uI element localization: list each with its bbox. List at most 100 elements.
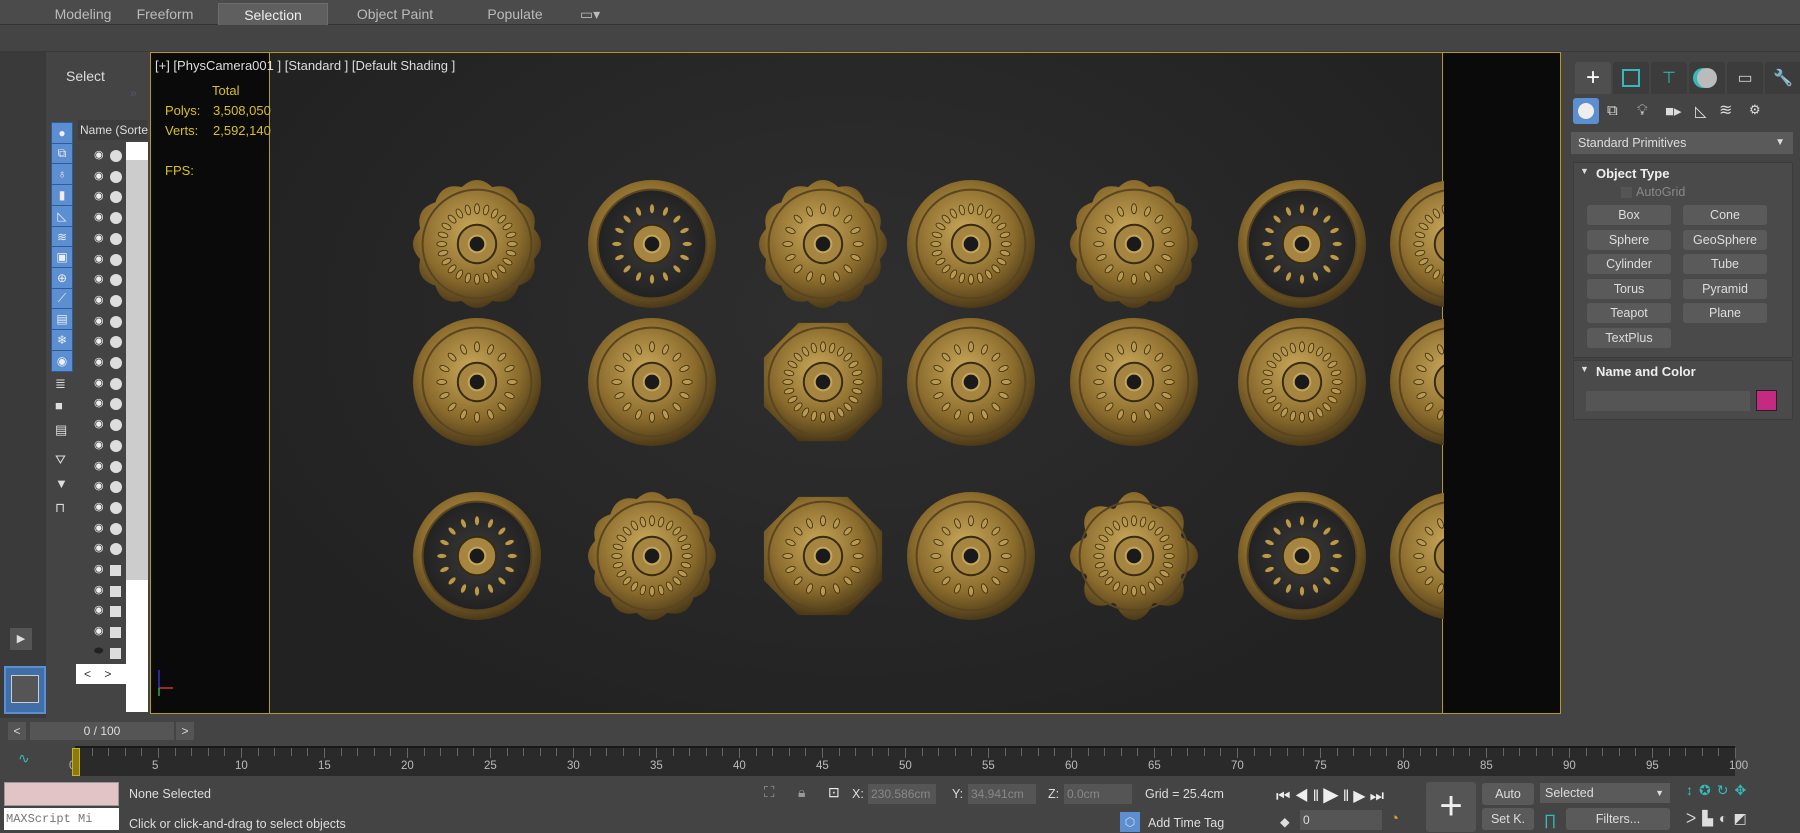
fov-icon[interactable]: ᐳ [1686, 810, 1702, 826]
visibility-eye-icon[interactable]: ◉ [94, 355, 104, 368]
list-item[interactable]: ◉ [76, 376, 126, 394]
isolate-selection-icon[interactable]: ⛶ [764, 784, 775, 801]
visibility-eye-icon[interactable]: ◉ [94, 231, 104, 244]
visibility-eye-icon[interactable]: ◉ [94, 252, 104, 265]
viewport-label[interactable]: [+] [PhysCamera001 ] [Standard ] [Defaul… [155, 58, 455, 73]
ceiling-medallion[interactable] [763, 496, 883, 616]
visibility-eye-icon[interactable]: ◉ [94, 376, 104, 389]
object-name-input[interactable] [1586, 391, 1750, 411]
list-item[interactable]: ⬬ [76, 645, 126, 663]
viewport-layout-button[interactable] [4, 666, 46, 714]
list-item[interactable]: ◉ [76, 521, 126, 539]
create-sphere-button[interactable]: Sphere [1587, 229, 1671, 250]
helpers-icon[interactable]: ◺ [1695, 102, 1707, 120]
prev-key-icon[interactable]: ◀‖ [1294, 788, 1323, 805]
ceiling-medallion[interactable] [1390, 492, 1518, 620]
list-item[interactable]: ◉ [76, 459, 126, 477]
create-torus-button[interactable]: Torus [1587, 278, 1671, 299]
list-item[interactable]: ◉ [76, 169, 126, 187]
list-item[interactable]: ◉ [76, 396, 126, 414]
go-to-start-icon[interactable]: ⏮ [1276, 788, 1294, 805]
play-icon[interactable]: ▶ [1323, 784, 1342, 806]
time-config-icon[interactable]: ◔ [1390, 810, 1399, 827]
list-item[interactable]: ◉ [76, 583, 126, 601]
tab-selection[interactable]: Selection [218, 3, 328, 25]
ceiling-medallion[interactable] [588, 318, 716, 446]
list-item[interactable]: ◉ [76, 438, 126, 456]
visibility-eye-icon[interactable]: ◉ [94, 624, 104, 637]
ribbon-options-icon[interactable]: ▭▾ [575, 3, 605, 25]
visibility-eye-icon[interactable]: ◉ [94, 293, 104, 306]
object-color-swatch[interactable] [1756, 390, 1777, 411]
list-item[interactable]: ◉ [76, 252, 126, 270]
ceiling-medallion[interactable] [1238, 318, 1366, 446]
category-dropdown[interactable]: Standard Primitives ▼ [1571, 132, 1793, 154]
key-mode-icon[interactable]: ◆ [1280, 814, 1290, 829]
visibility-eye-icon[interactable]: ◉ [94, 562, 104, 575]
geometry-category-button[interactable] [1573, 98, 1599, 124]
maxscript-listener[interactable] [4, 782, 119, 806]
ceiling-medallion[interactable] [907, 318, 1035, 446]
motion-tab-icon[interactable] [1689, 62, 1725, 94]
key-filter-dropdown[interactable]: Selected ▼ [1540, 783, 1670, 803]
ceiling-medallion[interactable] [1390, 180, 1518, 308]
lock-icon[interactable]: 🔒︎ [798, 784, 805, 801]
xrefs-filter-icon[interactable]: ⊕ [51, 266, 73, 289]
groups-filter-icon[interactable]: ▣ [51, 246, 73, 269]
invert-display-icon[interactable]: ▤ [55, 422, 67, 438]
list-item[interactable]: ◉ [76, 624, 126, 642]
cameras-icon[interactable]: ■▸ [1665, 102, 1682, 120]
autogrid-checkbox[interactable] [1621, 187, 1632, 198]
ceiling-medallion[interactable] [1070, 180, 1198, 308]
ceiling-medallion[interactable] [907, 492, 1035, 620]
visibility-eye-icon[interactable]: ◉ [94, 314, 104, 327]
zoom-all-icon[interactable]: ✪ [1699, 782, 1717, 798]
ceiling-medallion[interactable] [413, 180, 541, 308]
ceiling-medallion[interactable] [588, 492, 716, 620]
time-tag-icon[interactable]: ⬡ [1120, 812, 1140, 832]
filter-settings-icon[interactable]: ⛛ [55, 452, 66, 468]
explorer-scrollbar[interactable] [126, 142, 148, 712]
bones-filter-icon[interactable]: ⟋ [51, 287, 73, 310]
list-item[interactable]: ◉ [76, 479, 126, 497]
list-item[interactable]: ◉ [76, 334, 126, 352]
y-coordinate-field[interactable]: 34.941cm [968, 784, 1036, 804]
create-plane-button[interactable]: Plane [1683, 303, 1767, 323]
visibility-eye-icon[interactable]: ◉ [94, 479, 104, 492]
horizontal-scroll[interactable]: < > [76, 664, 148, 684]
name-and-color-title[interactable]: Name and Color [1596, 364, 1696, 379]
viewport-camera[interactable]: [+] [PhysCamera001 ] [Standard ] [Defaul… [150, 52, 1561, 714]
shapes-filter-icon[interactable]: ⧉ [51, 142, 73, 165]
create-pyramid-button[interactable]: Pyramid [1683, 278, 1767, 299]
visibility-eye-icon[interactable]: ◉ [94, 417, 104, 430]
list-item[interactable]: ◉ [76, 541, 126, 559]
filter-icon[interactable]: ▼ [55, 476, 68, 491]
visibility-eye-icon[interactable]: ◉ [94, 521, 104, 534]
visibility-eye-icon[interactable]: ◉ [94, 459, 104, 472]
ceiling-medallion[interactable] [1070, 318, 1198, 446]
time-slider[interactable]: 0 / 100 [30, 722, 174, 740]
visibility-eye-icon[interactable]: ◉ [94, 148, 104, 161]
visibility-eye-icon[interactable]: ◉ [94, 169, 104, 182]
collapse-icon[interactable]: ▼ [1580, 166, 1589, 176]
list-item[interactable]: ◉ [76, 148, 126, 166]
layer-icon[interactable]: ⊓ [55, 500, 65, 516]
ceiling-medallion[interactable] [1390, 318, 1518, 446]
helpers-filter-icon[interactable]: ◺ [51, 204, 73, 227]
frame-ruler[interactable]: 0510152025303540455055606570758085909510… [69, 746, 1748, 776]
filters-button[interactable]: Filters... [1566, 808, 1670, 830]
z-coordinate-field[interactable]: 0.0cm [1064, 784, 1132, 804]
prev-frame-button[interactable]: < [8, 722, 26, 740]
ceiling-medallion[interactable] [907, 180, 1035, 308]
create-cone-button[interactable]: Cone [1683, 205, 1767, 225]
create-cylinder-button[interactable]: Cylinder [1587, 254, 1671, 274]
display-none-icon[interactable]: ■ [55, 398, 63, 413]
visibility-eye-icon[interactable]: ◉ [94, 272, 104, 285]
utilities-wrench-icon[interactable]: 🔧 [1765, 62, 1800, 94]
viewport-nav-top[interactable]: ↕✪↻✥ [1686, 782, 1752, 799]
tab-freeform[interactable]: Freeform [130, 3, 200, 25]
ceiling-medallion[interactable] [413, 318, 541, 446]
zoom-extents-icon[interactable]: ▙ [1702, 810, 1719, 826]
display-tab-icon[interactable]: ▭ [1727, 62, 1763, 94]
absolute-mode-icon[interactable]: ⊡ [828, 784, 840, 801]
